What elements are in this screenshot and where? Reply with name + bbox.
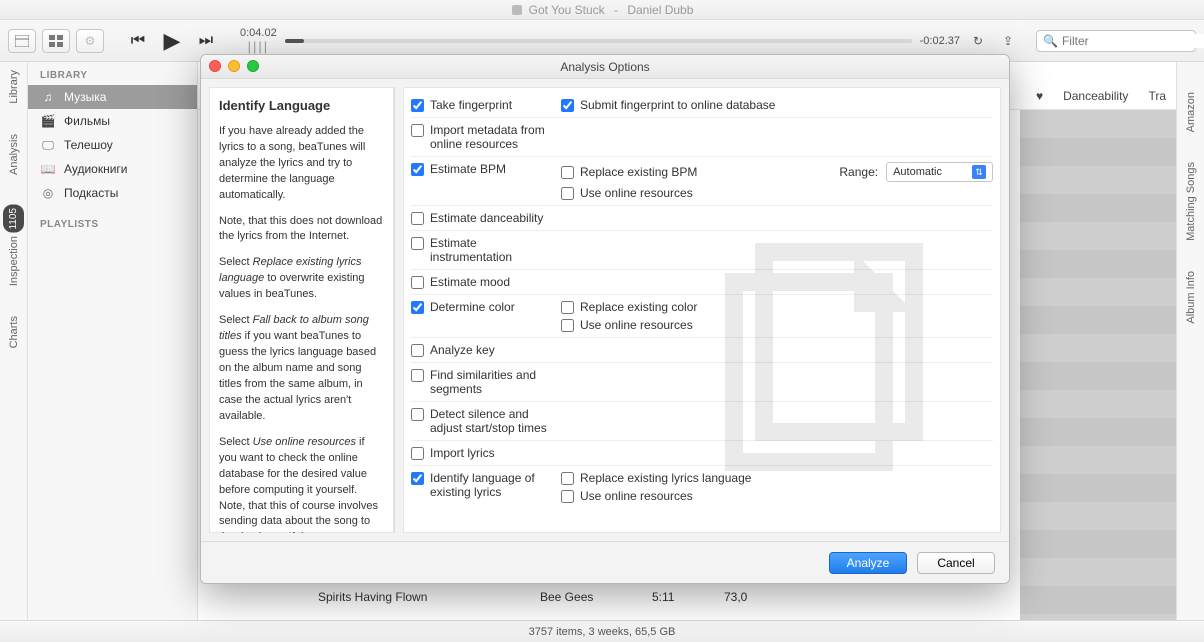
progress-slider[interactable] xyxy=(285,39,912,43)
cell-name: Spirits Having Flown xyxy=(318,590,518,604)
column-track[interactable]: Tra xyxy=(1148,89,1166,103)
tab-charts[interactable]: Charts xyxy=(8,316,20,348)
checkbox-replace-language[interactable] xyxy=(561,472,574,485)
play-button[interactable]: ▶ xyxy=(160,29,184,53)
checkbox-use-online-color[interactable] xyxy=(561,319,574,332)
checkbox-import-metadata[interactable] xyxy=(411,124,424,137)
right-tabstrip: Amazon Matching Songs Album Info xyxy=(1176,62,1204,620)
sidebar-item-music[interactable]: ♫ Музыка xyxy=(28,85,197,109)
dialog-footer: Analyze Cancel xyxy=(201,541,1009,583)
filter-field[interactable]: 🔍 xyxy=(1036,30,1196,52)
cell-time: 5:11 xyxy=(652,590,702,604)
checkbox-replace-color[interactable] xyxy=(561,301,574,314)
help-p1: If you have already added the lyrics to … xyxy=(219,124,384,204)
next-track-button[interactable]: ⏭ xyxy=(194,29,218,53)
now-playing-artist: Daniel Dubb xyxy=(627,3,693,17)
sidebar-header-playlists: PLAYLISTS xyxy=(28,215,197,234)
analysis-options-dialog: Analysis Options Identify Language If yo… xyxy=(200,54,1010,584)
tab-album-info[interactable]: Album Info xyxy=(1185,271,1197,324)
tab-analysis[interactable]: Analysis xyxy=(8,134,20,175)
tab-inspection[interactable]: Inspection xyxy=(8,236,20,286)
filter-input[interactable] xyxy=(1062,34,1204,48)
now-playing-title: Got You Stuck xyxy=(529,3,605,17)
range-dropdown[interactable]: Automatic ⇅ xyxy=(886,162,993,182)
checkbox-replace-bpm[interactable] xyxy=(561,166,574,179)
checkbox-analyze-key[interactable] xyxy=(411,344,424,357)
checkbox-use-online-bpm[interactable] xyxy=(561,187,574,200)
status-bar: 3757 items, 3 weeks, 65,5 GB xyxy=(0,620,1204,642)
checkbox-estimate-mood[interactable] xyxy=(411,276,424,289)
ghost-rows-background xyxy=(1020,110,1176,620)
book-icon: 📖 xyxy=(40,161,56,177)
help-p3: Select Replace existing lyrics language … xyxy=(219,255,384,303)
analyze-button[interactable]: Analyze xyxy=(829,552,907,574)
column-heart[interactable]: ♥ xyxy=(1036,89,1043,103)
library-view-button[interactable] xyxy=(42,29,70,53)
help-heading: Identify Language xyxy=(219,97,384,116)
checkbox-estimate-dance[interactable] xyxy=(411,212,424,225)
checkbox-determine-color[interactable] xyxy=(411,301,424,314)
dialog-options-panel: Take fingerprint Submit fingerprint to o… xyxy=(403,87,1001,533)
tab-matching-songs[interactable]: Matching Songs xyxy=(1185,162,1197,241)
tab-library[interactable]: Library xyxy=(8,70,20,104)
analysis-toggle-button[interactable]: ⚙ xyxy=(76,29,104,53)
checkbox-detect-silence[interactable] xyxy=(411,408,424,421)
checkbox-take-fingerprint[interactable] xyxy=(411,99,424,112)
tv-icon: 🖵 xyxy=(40,137,56,153)
music-icon: ♫ xyxy=(40,89,56,105)
dialog-help-panel: Identify Language If you have already ad… xyxy=(209,87,395,533)
left-tabstrip: Library Analysis 1105 Inspection Charts xyxy=(0,62,28,642)
checkbox-find-similar[interactable] xyxy=(411,369,424,382)
cell-bpm: 73,0 xyxy=(724,590,774,604)
zoom-icon[interactable] xyxy=(247,60,259,72)
status-text: 3757 items, 3 weeks, 65,5 GB xyxy=(529,626,676,638)
checkbox-use-online-language[interactable] xyxy=(561,490,574,503)
sidebar-item-audiobooks[interactable]: 📖 Аудиокниги xyxy=(28,157,197,181)
sidebar: LIBRARY ♫ Музыка 🎬 Фильмы 🖵 Телешоу 📖 Ау… xyxy=(28,62,198,620)
share-button[interactable]: ⇪ xyxy=(996,29,1020,53)
tab-amazon[interactable]: Amazon xyxy=(1185,92,1197,132)
repeat-button[interactable]: ↻ xyxy=(966,29,990,53)
inspection-badge: 1105 xyxy=(3,205,24,233)
checkbox-estimate-bpm[interactable] xyxy=(411,163,424,176)
help-p4: Select Fall back to album song titles if… xyxy=(219,313,384,425)
cancel-button[interactable]: Cancel xyxy=(917,552,995,574)
film-icon: 🎬 xyxy=(40,113,56,129)
time-elapsed: 0:04.02 xyxy=(240,27,277,39)
cell-artist: Bee Gees xyxy=(540,590,630,604)
sidebar-item-podcasts[interactable]: ◎ Подкасты xyxy=(28,181,197,205)
checkbox-import-lyrics[interactable] xyxy=(411,447,424,460)
search-icon: 🔍 xyxy=(1043,34,1058,48)
podcast-icon: ◎ xyxy=(40,185,56,201)
now-playing-icon xyxy=(511,4,523,16)
table-row[interactable]: Spirits Having Flown Bee Gees 5:11 73,0 xyxy=(318,586,1020,608)
close-icon[interactable] xyxy=(209,60,221,72)
chevron-updown-icon: ⇅ xyxy=(972,165,986,179)
sidebar-item-tv[interactable]: 🖵 Телешоу xyxy=(28,133,197,157)
sidebar-item-movies[interactable]: 🎬 Фильмы xyxy=(28,109,197,133)
minimize-icon[interactable] xyxy=(228,60,240,72)
window-titlebar: Got You Stuck - Daniel Dubb xyxy=(0,0,1204,20)
range-label: Range: xyxy=(839,165,878,179)
view-mode-button[interactable] xyxy=(8,29,36,53)
checkbox-submit-fingerprint[interactable] xyxy=(561,99,574,112)
checkbox-identify-language[interactable] xyxy=(411,472,424,485)
equalizer-icon: |||| xyxy=(240,39,277,54)
help-p5: Select Use online resources if you want … xyxy=(219,435,384,533)
prev-track-button[interactable]: ⏮ xyxy=(126,29,150,53)
checkbox-estimate-instr[interactable] xyxy=(411,237,424,250)
dialog-titlebar: Analysis Options xyxy=(201,55,1009,79)
time-remaining: -0:02.37 xyxy=(920,35,960,47)
help-p2: Note, that this does not download the ly… xyxy=(219,214,384,246)
column-danceability[interactable]: Danceability xyxy=(1063,89,1128,103)
dialog-title-text: Analysis Options xyxy=(560,60,649,74)
sidebar-header-library: LIBRARY xyxy=(28,66,197,85)
